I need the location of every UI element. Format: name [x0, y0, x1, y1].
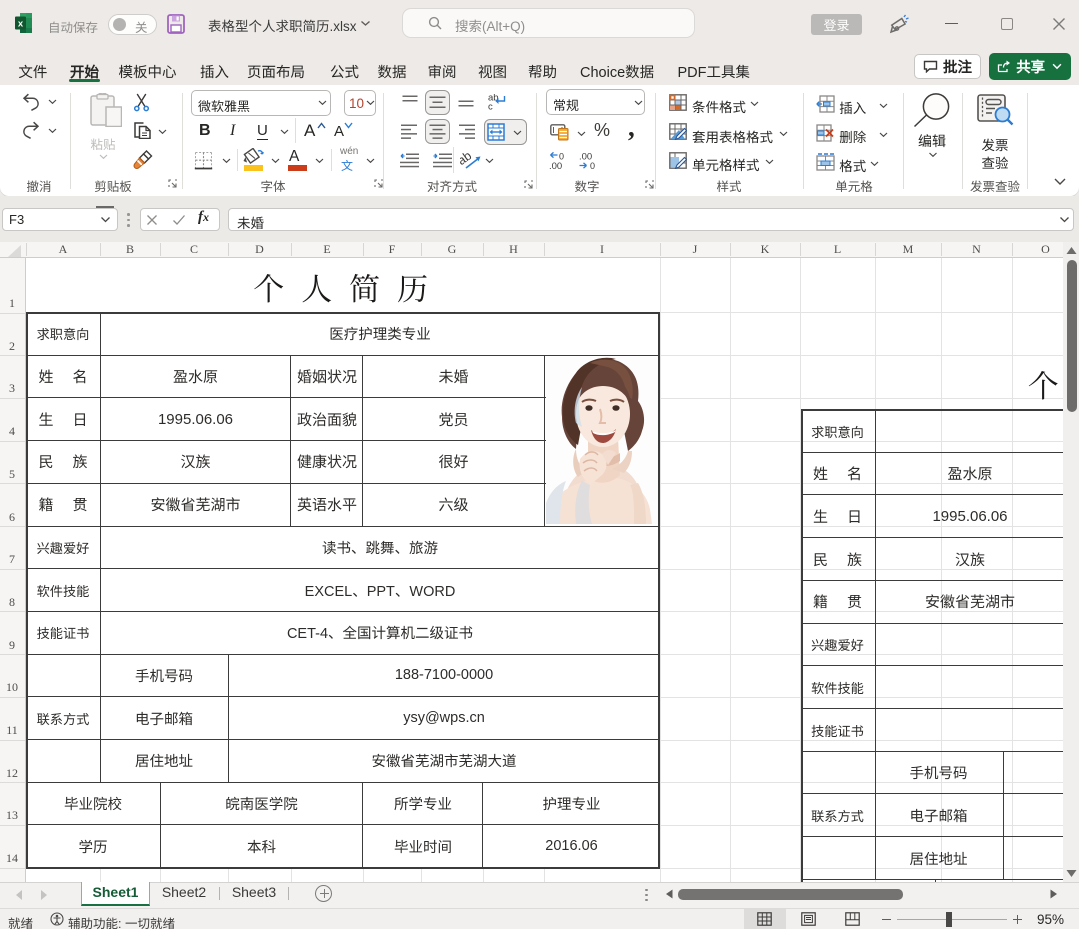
svg-text:c: c — [488, 102, 493, 111]
svg-text:ab: ab — [460, 149, 474, 168]
svg-text:0: 0 — [559, 152, 564, 162]
svg-text:x: x — [18, 19, 24, 30]
svg-text:0: 0 — [590, 161, 595, 170]
svg-text:.00: .00 — [549, 161, 562, 170]
